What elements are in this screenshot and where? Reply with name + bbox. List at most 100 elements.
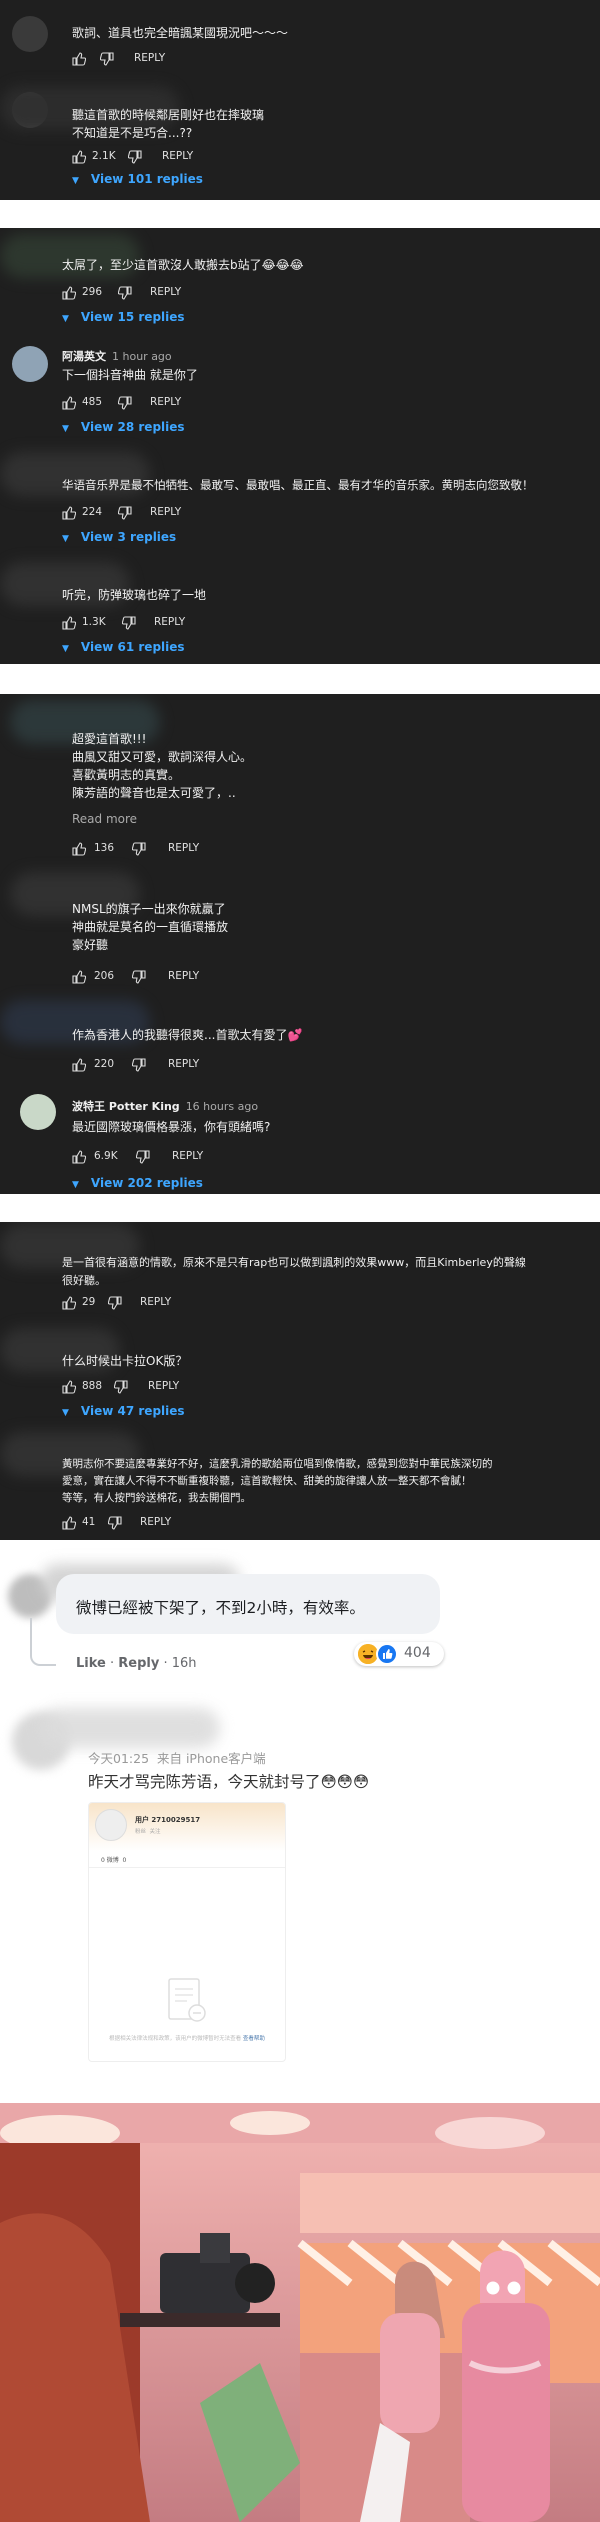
thumbs-up-icon[interactable] bbox=[62, 1516, 76, 1530]
like-count: 220 bbox=[94, 1058, 115, 1070]
comment-actions: 485 REPLY bbox=[62, 394, 262, 414]
comment-text: 作為香港人的我聽得很爽...首歌太有愛了💕 bbox=[72, 1028, 303, 1042]
thumbs-up-icon[interactable] bbox=[72, 150, 86, 164]
thumbs-down-icon[interactable] bbox=[132, 1058, 146, 1072]
thumbs-up-icon[interactable] bbox=[62, 286, 76, 300]
reply-button[interactable]: REPLY bbox=[168, 842, 199, 854]
reply-button[interactable]: REPLY bbox=[140, 1516, 171, 1528]
view-replies-link[interactable]: ▼ View 61 replies bbox=[62, 640, 185, 654]
thumbs-down-icon[interactable] bbox=[118, 506, 132, 520]
thumbs-up-icon[interactable] bbox=[72, 52, 86, 66]
reply-button[interactable]: REPLY bbox=[150, 286, 181, 298]
comment-actions: 136 REPLY bbox=[72, 840, 272, 860]
thumbs-down-icon[interactable] bbox=[118, 396, 132, 410]
thumbs-up-icon[interactable] bbox=[62, 396, 76, 410]
reply-button[interactable]: REPLY bbox=[134, 52, 165, 64]
card-follow-info: 粉丝 关注 bbox=[135, 1829, 161, 1835]
reply-button[interactable]: REPLY bbox=[140, 1296, 171, 1308]
chevron-down-icon: ▼ bbox=[62, 644, 69, 654]
reply-button[interactable]: REPLY bbox=[168, 1058, 199, 1070]
thumbs-up-icon[interactable] bbox=[72, 1150, 86, 1164]
like-count: 2.1K bbox=[92, 150, 116, 162]
blocked-document-icon bbox=[165, 1977, 209, 2029]
comment-actions: 2.1K REPLY bbox=[72, 148, 272, 168]
comment-actions: 6.9K REPLY bbox=[72, 1148, 272, 1168]
comment-actions: 206 REPLY bbox=[72, 968, 272, 988]
reply-button[interactable]: REPLY bbox=[162, 150, 193, 162]
haha-reaction-icon bbox=[358, 1644, 378, 1664]
thumbs-up-icon[interactable] bbox=[62, 1296, 76, 1310]
read-more-link[interactable]: Read more bbox=[72, 812, 137, 826]
chevron-down-icon: ▼ bbox=[62, 534, 69, 544]
thumbs-down-icon[interactable] bbox=[136, 1150, 150, 1164]
comment-text: 听完，防弹玻璃也碎了一地 bbox=[62, 588, 207, 602]
reply-button[interactable]: REPLY bbox=[168, 970, 199, 982]
view-replies-link[interactable]: ▼ View 101 replies bbox=[72, 172, 203, 186]
video-scene-image bbox=[0, 2103, 600, 2522]
reply-button[interactable]: REPLY bbox=[150, 506, 181, 518]
thumbs-down-icon[interactable] bbox=[128, 150, 142, 164]
chevron-down-icon: ▼ bbox=[62, 424, 69, 434]
like-count: 206 bbox=[94, 970, 115, 982]
comment-author[interactable]: 阿湯英文 1 hour ago bbox=[62, 348, 172, 364]
thumbs-up-icon[interactable] bbox=[72, 1058, 86, 1072]
comment-text: 微博已經被下架了，不到2小時，有效率。 bbox=[76, 1599, 365, 1617]
thumbs-down-icon[interactable] bbox=[118, 286, 132, 300]
chevron-down-icon: ▼ bbox=[62, 1408, 69, 1418]
thumbs-down-icon[interactable] bbox=[108, 1516, 122, 1530]
like-link[interactable]: Like bbox=[76, 1656, 106, 1671]
thumbs-down-icon[interactable] bbox=[114, 1380, 128, 1394]
screenshot-card[interactable]: 用户 2710029517 粉丝 关注 0 微博 0 根据相关法律法规和政策，该… bbox=[88, 1802, 286, 2062]
reply-button[interactable]: REPLY bbox=[150, 396, 181, 408]
comment-author[interactable]: 波特王 Potter King 16 hours ago bbox=[72, 1098, 258, 1114]
comment-text: 超愛這首歌!!! 曲風又甜又可愛，歌詞深得人心。 喜歡黃明志的真實。 陳芳語的聲… bbox=[72, 732, 253, 800]
thumbs-up-icon[interactable] bbox=[62, 616, 76, 630]
help-link[interactable]: 查看帮助 bbox=[243, 2036, 265, 2042]
comments-panel-1: 歌詞、道具也完全暗諷某國現況吧～～～ REPLY 聽這首歌的時候鄰居剛好也在摔玻… bbox=[0, 0, 600, 200]
thumbs-down-icon[interactable] bbox=[132, 970, 146, 984]
reply-button[interactable]: REPLY bbox=[172, 1150, 203, 1162]
like-count: 888 bbox=[82, 1380, 103, 1392]
comment-text: 歌詞、道具也完全暗諷某國現況吧～～～ bbox=[72, 26, 289, 40]
thumbs-down-icon[interactable] bbox=[100, 52, 114, 66]
post-meta: 今天01:25 来自 iPhone客户端 bbox=[88, 1751, 266, 1766]
chevron-down-icon: ▼ bbox=[72, 1180, 79, 1190]
music-video-photo bbox=[0, 2103, 600, 2522]
thumbs-up-icon[interactable] bbox=[62, 506, 76, 520]
thumbs-down-icon[interactable] bbox=[108, 1296, 122, 1310]
comment-actions: 41 REPLY bbox=[62, 1514, 262, 1534]
comment-text: 什么时候出卡拉OK版？ bbox=[62, 1354, 188, 1368]
like-count: 485 bbox=[82, 396, 103, 408]
view-replies-link[interactable]: ▼ View 47 replies bbox=[62, 1404, 185, 1418]
view-replies-link[interactable]: ▼ View 15 replies bbox=[62, 310, 185, 324]
chevron-down-icon: ▼ bbox=[72, 176, 79, 186]
like-count: 6.9K bbox=[94, 1150, 118, 1162]
reaction-summary[interactable]: 404 bbox=[354, 1642, 444, 1666]
view-replies-link[interactable]: ▼ View 3 replies bbox=[62, 530, 176, 544]
thumbs-up-icon[interactable] bbox=[72, 842, 86, 856]
comments-panel-3: 超愛這首歌!!! 曲風又甜又可愛，歌詞深得人心。 喜歡黃明志的真實。 陳芳語的聲… bbox=[0, 694, 600, 1194]
avatar[interactable] bbox=[12, 16, 48, 52]
comments-panel-4: 是一首很有涵意的情歌，原來不是只有rap也可以做到諷刺的效果www，而且Kimb… bbox=[0, 1222, 600, 1540]
separator: · bbox=[105, 1656, 119, 1671]
reply-link[interactable]: Reply bbox=[118, 1656, 159, 1671]
thumbs-down-icon[interactable] bbox=[132, 842, 146, 856]
thumbs-up-icon[interactable] bbox=[72, 970, 86, 984]
reply-button[interactable]: REPLY bbox=[154, 616, 185, 628]
comment-text: NMSL的旗子一出來你就贏了 神曲就是莫名的一直循環播放 豪好聽 bbox=[72, 902, 229, 952]
avatar[interactable] bbox=[20, 1094, 56, 1130]
avatar[interactable] bbox=[12, 346, 48, 382]
thumbs-down-icon[interactable] bbox=[122, 616, 136, 630]
view-replies-link[interactable]: ▼ View 28 replies bbox=[62, 420, 185, 434]
chevron-down-icon: ▼ bbox=[62, 314, 69, 324]
thumbs-up-icon[interactable] bbox=[62, 1380, 76, 1394]
comment-text: 太屌了，至少這首歌沒人敢搬去b站了😂😂😂 bbox=[62, 258, 304, 272]
reply-button[interactable]: REPLY bbox=[148, 1380, 179, 1392]
view-replies-link[interactable]: ▼ View 202 replies bbox=[72, 1176, 203, 1190]
comment-time[interactable]: 16h bbox=[172, 1656, 197, 1671]
comment-text: 最近國際玻璃價格暴漲，你有頭緒嗎? bbox=[72, 1120, 271, 1134]
comment-actions: 888 REPLY bbox=[62, 1378, 262, 1398]
comment-actions: 224 REPLY bbox=[62, 504, 262, 524]
comment-actions: 296 REPLY bbox=[62, 284, 262, 304]
like-count: 1.3K bbox=[82, 616, 106, 628]
